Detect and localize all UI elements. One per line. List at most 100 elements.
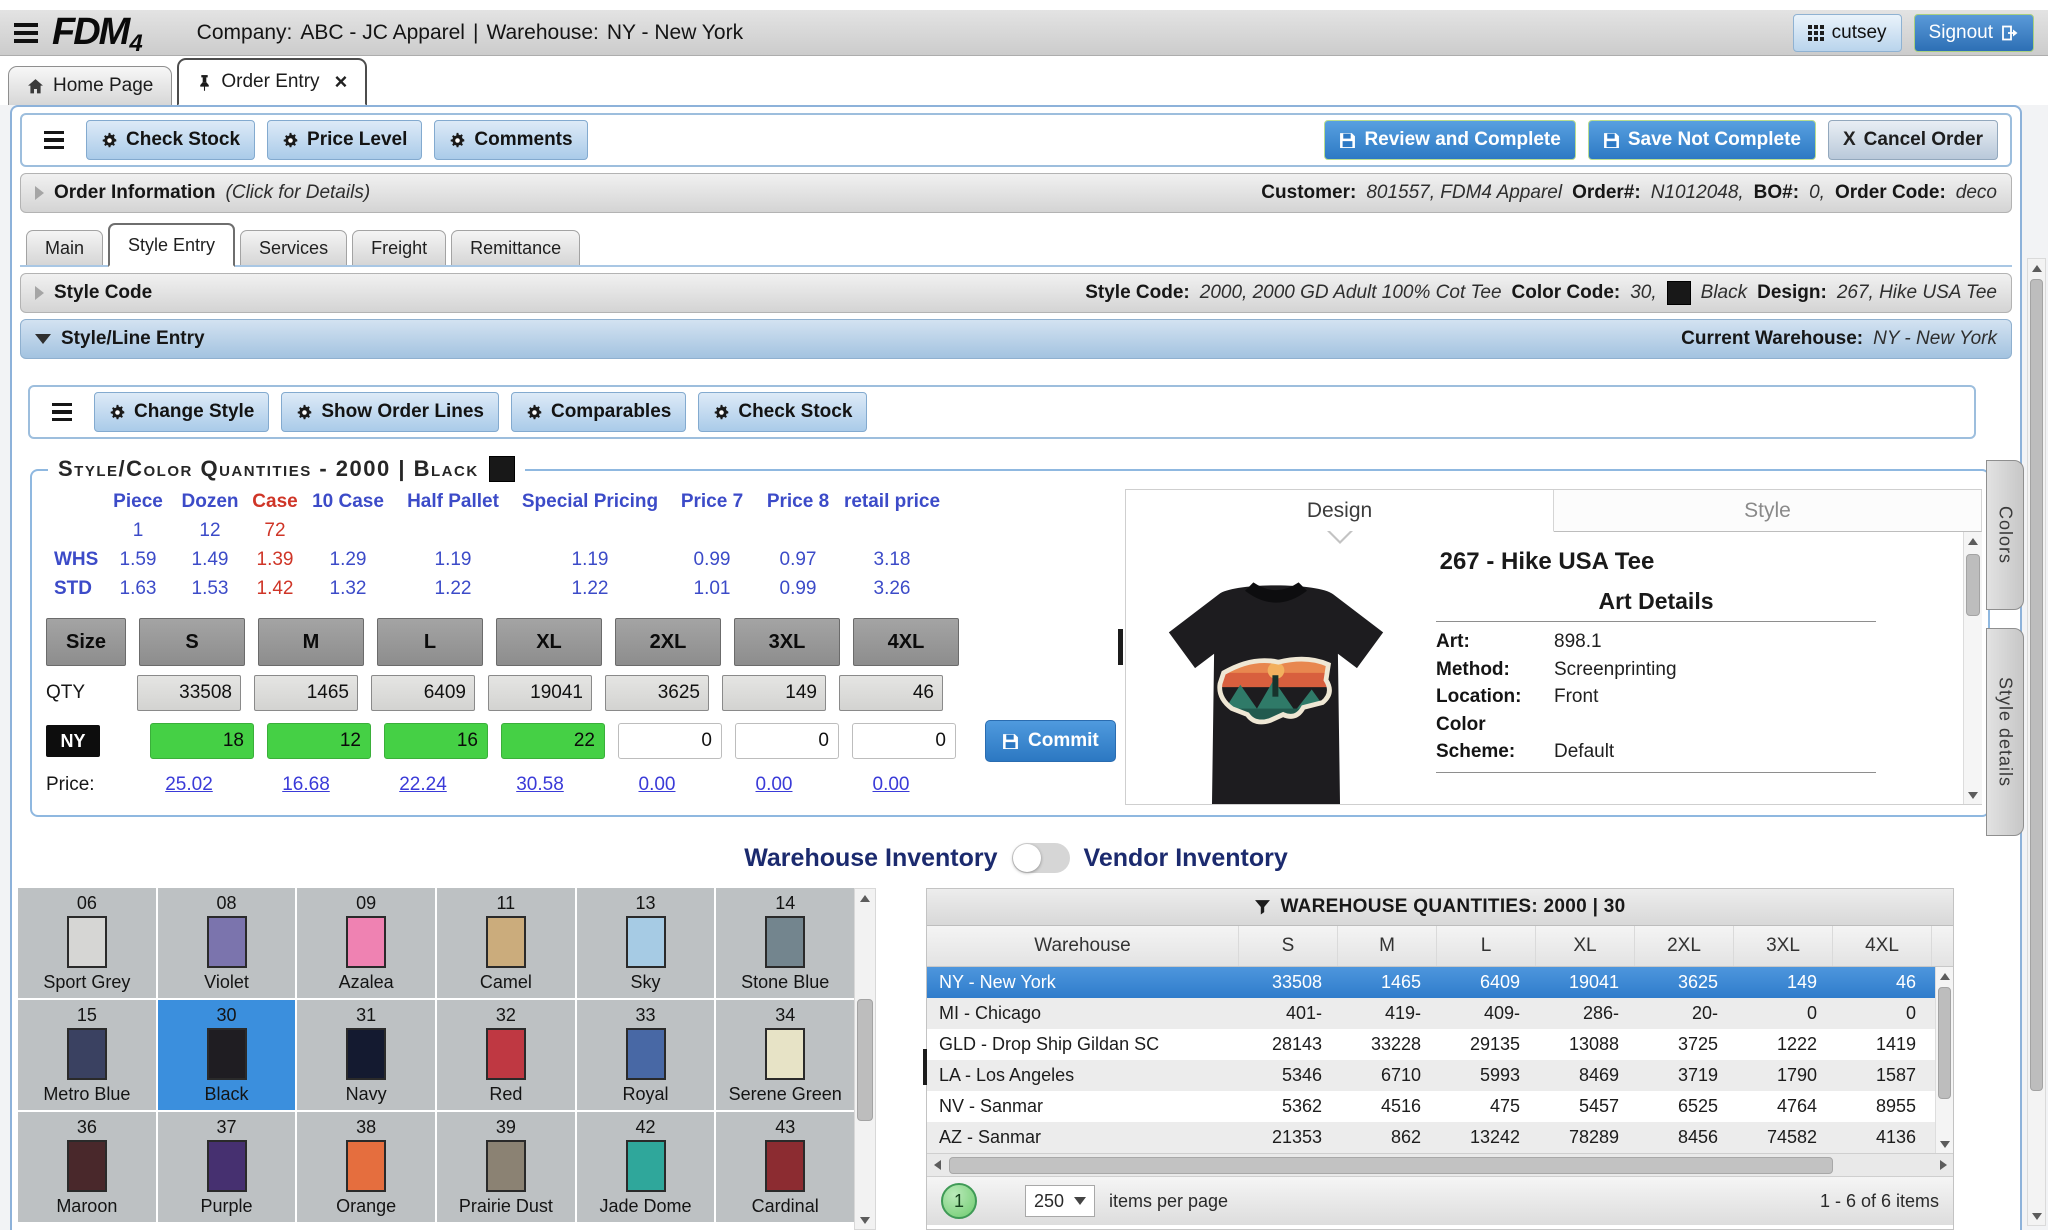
scroll-up-button[interactable] xyxy=(2028,259,2045,277)
color-cell-36[interactable]: 36Maroon xyxy=(18,1112,156,1222)
price-link-4xl[interactable]: 0.00 xyxy=(839,774,943,796)
order-information-bar[interactable]: Order Information (Click for Details) Cu… xyxy=(20,173,2012,213)
price-link-2xl[interactable]: 0.00 xyxy=(605,774,709,796)
tab-design[interactable]: Design xyxy=(1126,490,1554,532)
warehouse-row[interactable]: AZ - Sanmar21353862132427828984567458241… xyxy=(927,1122,1953,1153)
warehouse-row[interactable]: MI - Chicago401-419-409-286-20-00 xyxy=(927,998,1953,1029)
available-qty-input-4xl[interactable] xyxy=(839,675,943,711)
warehouse-row[interactable]: NV - Sanmar536245164755457652547648955 xyxy=(927,1091,1953,1122)
tab-main[interactable]: Main xyxy=(26,230,103,265)
check-stock-button[interactable]: Check Stock xyxy=(86,120,255,160)
warehouse-row[interactable]: LA - Los Angeles534667105993846937191790… xyxy=(927,1060,1953,1091)
scroll-down-button[interactable] xyxy=(2028,1207,2045,1225)
color-cell-14[interactable]: 14Stone Blue xyxy=(716,888,854,998)
scroll-thumb[interactable] xyxy=(857,999,873,1121)
order-qty-input-3xl[interactable] xyxy=(735,723,839,759)
scroll-thumb[interactable] xyxy=(949,1157,1833,1174)
scroll-right-button[interactable] xyxy=(1933,1154,1953,1176)
order-qty-input-l[interactable] xyxy=(384,723,488,759)
color-cell-11[interactable]: 11Camel xyxy=(437,888,575,998)
color-cell-31[interactable]: 31Navy xyxy=(297,1000,435,1110)
tab-style-entry[interactable]: Style Entry xyxy=(108,223,235,267)
page-number-button[interactable]: 1 xyxy=(941,1183,977,1219)
price-link-m[interactable]: 16.68 xyxy=(254,774,358,796)
style-line-entry-bar[interactable]: Style/Line Entry Current Warehouse: NY -… xyxy=(20,319,2012,359)
design-scrollbar[interactable] xyxy=(1963,532,1982,804)
scroll-left-button[interactable] xyxy=(927,1154,947,1176)
items-per-page-select[interactable]: 250 xyxy=(1025,1185,1095,1217)
color-cell-37[interactable]: 37Purple xyxy=(158,1112,296,1222)
price-level-button[interactable]: Price Level xyxy=(267,120,422,160)
review-complete-button[interactable]: Review and Complete xyxy=(1324,120,1575,160)
panel-splitter-handle[interactable] xyxy=(1118,629,1123,665)
inventory-toggle-switch[interactable] xyxy=(1012,843,1070,873)
tab-style[interactable]: Style xyxy=(1554,490,1982,532)
tab-remittance[interactable]: Remittance xyxy=(451,230,580,265)
tab-freight[interactable]: Freight xyxy=(352,230,446,265)
order-qty-input-m[interactable] xyxy=(267,723,371,759)
scroll-up-button[interactable] xyxy=(1964,532,1982,550)
available-qty-input-l[interactable] xyxy=(371,675,475,711)
order-qty-input-xl[interactable] xyxy=(501,723,605,759)
color-cell-15[interactable]: 15Metro Blue xyxy=(18,1000,156,1110)
scroll-down-button[interactable] xyxy=(1964,786,1982,804)
scroll-down-button[interactable] xyxy=(1936,1135,1953,1153)
side-tab-colors[interactable]: Colors xyxy=(1986,460,2024,610)
color-cell-06[interactable]: 06Sport Grey xyxy=(18,888,156,998)
side-tab-style-details[interactable]: Style details xyxy=(1986,628,2024,836)
comparables-button[interactable]: Comparables xyxy=(511,392,686,432)
color-grid-scrollbar[interactable] xyxy=(854,888,876,1230)
order-qty-input-s[interactable] xyxy=(150,723,254,759)
color-cell-32[interactable]: 32Red xyxy=(437,1000,575,1110)
scroll-thumb[interactable] xyxy=(1966,554,1980,616)
available-qty-input-xl[interactable] xyxy=(488,675,592,711)
scroll-thumb[interactable] xyxy=(1938,987,1951,1099)
style-code-bar[interactable]: Style Code Style Code: 2000, 2000 GD Adu… xyxy=(20,273,2012,313)
scroll-thumb[interactable] xyxy=(2030,279,2043,1091)
color-cell-13[interactable]: 13Sky xyxy=(577,888,715,998)
scroll-up-button[interactable] xyxy=(1936,967,1953,985)
tab-order-entry[interactable]: Order Entry × xyxy=(177,58,367,106)
price-link-3xl[interactable]: 0.00 xyxy=(722,774,826,796)
main-scrollbar[interactable] xyxy=(2027,258,2046,1226)
warehouse-horizontal-scrollbar[interactable] xyxy=(927,1153,1953,1177)
available-qty-input-s[interactable] xyxy=(137,675,241,711)
color-cell-43[interactable]: 43Cardinal xyxy=(716,1112,854,1222)
color-cell-39[interactable]: 39Prairie Dust xyxy=(437,1112,575,1222)
price-link-xl[interactable]: 30.58 xyxy=(488,774,592,796)
scroll-down-button[interactable] xyxy=(855,1211,875,1229)
comments-button[interactable]: Comments xyxy=(434,120,587,160)
warehouse-row[interactable]: GLD - Drop Ship Gildan SC281433322829135… xyxy=(927,1029,1953,1060)
color-cell-34[interactable]: 34Serene Green xyxy=(716,1000,854,1110)
commit-button[interactable]: Commit xyxy=(985,720,1116,762)
price-link-s[interactable]: 25.02 xyxy=(137,774,241,796)
color-cell-38[interactable]: 38Orange xyxy=(297,1112,435,1222)
cancel-order-button[interactable]: X Cancel Order xyxy=(1828,120,1998,160)
order-qty-input-4xl[interactable] xyxy=(852,723,956,759)
price-link-l[interactable]: 22.24 xyxy=(371,774,475,796)
warehouse-table-scrollbar[interactable] xyxy=(1935,967,1953,1153)
order-qty-input-2xl[interactable] xyxy=(618,723,722,759)
line-toolbar-menu-icon[interactable] xyxy=(42,397,82,428)
color-cell-08[interactable]: 08Violet xyxy=(158,888,296,998)
color-cell-09[interactable]: 09Azalea xyxy=(297,888,435,998)
available-qty-input-2xl[interactable] xyxy=(605,675,709,711)
color-cell-30[interactable]: 30Black xyxy=(158,1000,296,1110)
save-not-complete-button[interactable]: Save Not Complete xyxy=(1588,120,1816,160)
change-style-button[interactable]: Change Style xyxy=(94,392,269,432)
tab-home-page[interactable]: Home Page xyxy=(8,66,172,105)
menu-icon[interactable] xyxy=(14,23,38,43)
color-cell-33[interactable]: 33Royal xyxy=(577,1000,715,1110)
show-order-lines-button[interactable]: Show Order Lines xyxy=(281,392,499,432)
user-button[interactable]: cutsey xyxy=(1793,14,1902,52)
color-cell-42[interactable]: 42Jade Dome xyxy=(577,1112,715,1222)
scroll-up-button[interactable] xyxy=(855,889,875,907)
tab-close-icon[interactable]: × xyxy=(335,71,348,93)
warehouse-row[interactable]: NY - New York335081465640919041362514946 xyxy=(927,967,1953,998)
available-qty-input-3xl[interactable] xyxy=(722,675,826,711)
signout-button[interactable]: Signout xyxy=(1914,14,2034,52)
available-qty-input-m[interactable] xyxy=(254,675,358,711)
check-stock-line-button[interactable]: Check Stock xyxy=(698,392,867,432)
tab-services[interactable]: Services xyxy=(240,230,347,265)
toolbar-menu-icon[interactable] xyxy=(34,125,74,156)
